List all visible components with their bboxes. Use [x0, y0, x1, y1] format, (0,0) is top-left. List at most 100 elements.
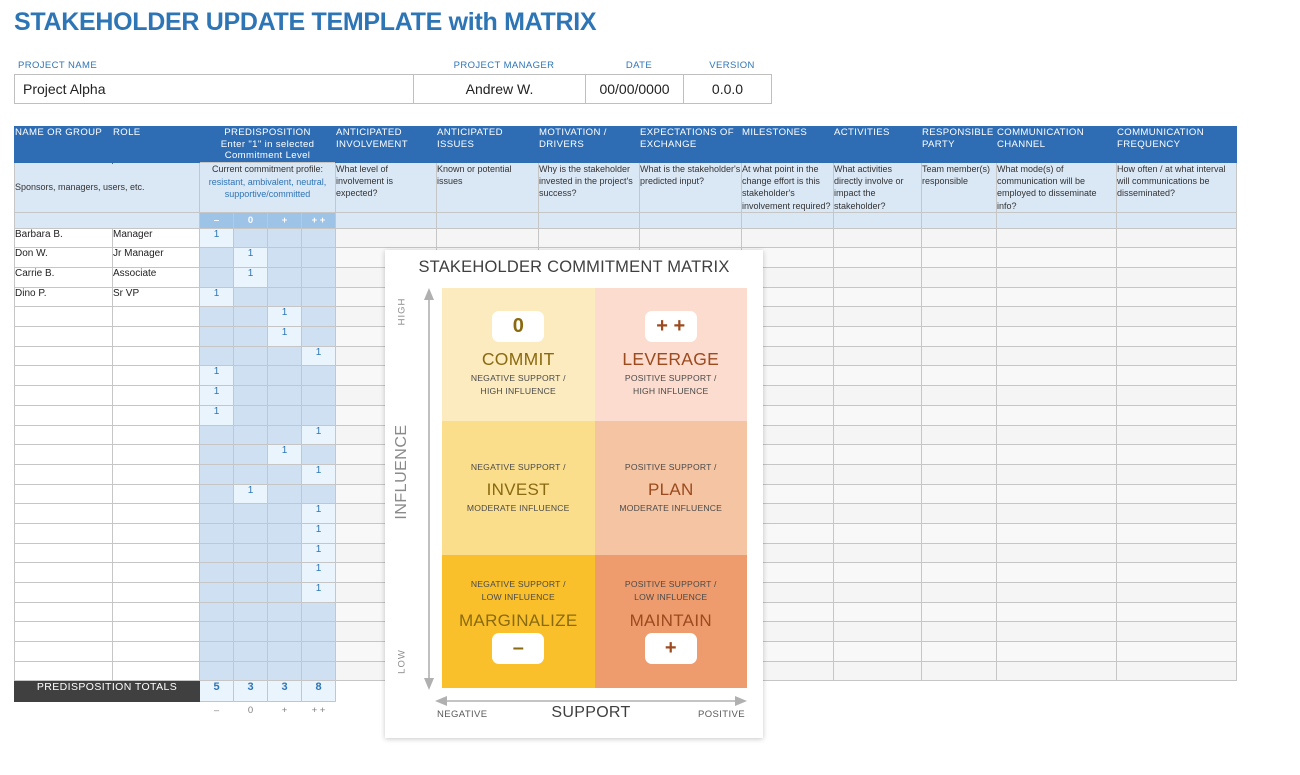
cell-empty[interactable]: [833, 621, 922, 643]
cell-role[interactable]: [112, 641, 200, 662]
cell-name-or-group[interactable]: [14, 365, 113, 387]
cell-name-or-group[interactable]: Carrie B.: [14, 267, 113, 288]
cell-predisposition-3[interactable]: [301, 306, 336, 328]
quadrant-maintain[interactable]: POSITIVE SUPPORT / LOW INFLUENCE MAINTAI…: [594, 554, 747, 688]
cell-predisposition-1[interactable]: [233, 463, 268, 485]
cell-empty[interactable]: [996, 306, 1117, 328]
cell-predisposition-0[interactable]: [199, 621, 234, 643]
cell-empty[interactable]: [996, 444, 1117, 465]
cell-empty[interactable]: [921, 601, 997, 623]
cell-empty[interactable]: [833, 463, 922, 485]
cell-predisposition-2[interactable]: [267, 621, 302, 643]
cell-empty[interactable]: [833, 601, 922, 623]
cell-predisposition-1[interactable]: 1: [233, 267, 268, 288]
cell-predisposition-0[interactable]: 1: [199, 286, 234, 308]
cell-empty[interactable]: [921, 503, 997, 524]
cell-empty[interactable]: [1116, 503, 1237, 524]
quadrant-leverage[interactable]: + + LEVERAGE POSITIVE SUPPORT / HIGH INF…: [594, 288, 747, 422]
cell-empty[interactable]: [1116, 365, 1237, 387]
cell-empty[interactable]: [1116, 267, 1237, 288]
cell-predisposition-3[interactable]: [301, 444, 336, 465]
cell-predisposition-2[interactable]: [267, 660, 302, 682]
cell-predisposition-2[interactable]: [267, 522, 302, 544]
cell-predisposition-1[interactable]: [233, 404, 268, 426]
cell-empty[interactable]: [1116, 562, 1237, 584]
cell-empty[interactable]: [921, 641, 997, 662]
cell-empty[interactable]: [996, 286, 1117, 308]
cell-predisposition-2[interactable]: [267, 404, 302, 426]
cell-predisposition-2[interactable]: [267, 582, 302, 603]
cell-empty[interactable]: [921, 306, 997, 328]
cell-empty[interactable]: [1116, 286, 1237, 308]
cell-role[interactable]: [112, 463, 200, 485]
cell-role[interactable]: [112, 404, 200, 426]
cell-predisposition-0[interactable]: [199, 444, 234, 465]
cell-empty[interactable]: [996, 247, 1117, 269]
cell-name-or-group[interactable]: [14, 641, 113, 662]
cell-predisposition-0[interactable]: [199, 306, 234, 328]
cell-role[interactable]: [112, 542, 200, 564]
cell-predisposition-3[interactable]: 1: [301, 503, 336, 524]
cell-name-or-group[interactable]: [14, 326, 113, 347]
cell-role[interactable]: [112, 345, 200, 367]
cell-empty[interactable]: [833, 444, 922, 465]
cell-role[interactable]: [112, 562, 200, 584]
cell-predisposition-1[interactable]: [233, 641, 268, 662]
cell-empty[interactable]: [996, 621, 1117, 643]
cell-predisposition-1[interactable]: [233, 503, 268, 524]
cell-name-or-group[interactable]: [14, 483, 113, 505]
cell-empty[interactable]: [996, 562, 1117, 584]
cell-empty[interactable]: [335, 227, 437, 249]
cell-empty[interactable]: [1116, 660, 1237, 682]
cell-empty[interactable]: [996, 345, 1117, 367]
cell-empty[interactable]: [996, 522, 1117, 544]
cell-predisposition-2[interactable]: [267, 365, 302, 387]
cell-role[interactable]: [112, 385, 200, 406]
cell-predisposition-2[interactable]: [267, 463, 302, 485]
cell-predisposition-2[interactable]: [267, 345, 302, 367]
cell-empty[interactable]: [1116, 621, 1237, 643]
cell-predisposition-0[interactable]: [199, 463, 234, 485]
cell-name-or-group[interactable]: [14, 306, 113, 328]
cell-empty[interactable]: [996, 267, 1117, 288]
cell-predisposition-2[interactable]: 1: [267, 326, 302, 347]
cell-name-or-group[interactable]: Dino P.: [14, 286, 113, 308]
version-field[interactable]: 0.0.0: [684, 74, 772, 104]
quadrant-marginalize[interactable]: NEGATIVE SUPPORT / LOW INFLUENCE MARGINA…: [442, 554, 595, 688]
cell-empty[interactable]: [833, 345, 922, 367]
cell-predisposition-3[interactable]: [301, 227, 336, 249]
cell-predisposition-1[interactable]: 1: [233, 483, 268, 505]
cell-empty[interactable]: [833, 286, 922, 308]
cell-predisposition-3[interactable]: 1: [301, 582, 336, 603]
cell-empty[interactable]: [921, 227, 997, 249]
project-name-field[interactable]: Project Alpha: [14, 74, 414, 104]
cell-predisposition-1[interactable]: [233, 582, 268, 603]
cell-predisposition-0[interactable]: [199, 503, 234, 524]
cell-predisposition-2[interactable]: [267, 601, 302, 623]
cell-empty[interactable]: [921, 267, 997, 288]
cell-predisposition-3[interactable]: [301, 247, 336, 269]
cell-empty[interactable]: [996, 404, 1117, 426]
cell-empty[interactable]: [833, 227, 922, 249]
cell-empty[interactable]: [921, 660, 997, 682]
cell-empty[interactable]: [996, 542, 1117, 564]
cell-role[interactable]: Sr VP: [112, 286, 200, 308]
cell-predisposition-1[interactable]: [233, 621, 268, 643]
cell-empty[interactable]: [996, 483, 1117, 505]
cell-empty[interactable]: [833, 267, 922, 288]
cell-empty[interactable]: [1116, 542, 1237, 564]
cell-name-or-group[interactable]: [14, 404, 113, 426]
cell-predisposition-3[interactable]: [301, 267, 336, 288]
cell-predisposition-1[interactable]: [233, 444, 268, 465]
cell-predisposition-3[interactable]: [301, 326, 336, 347]
cell-role[interactable]: [112, 582, 200, 603]
cell-predisposition-2[interactable]: [267, 227, 302, 249]
cell-predisposition-1[interactable]: [233, 522, 268, 544]
cell-predisposition-1[interactable]: [233, 227, 268, 249]
cell-empty[interactable]: [833, 641, 922, 662]
cell-empty[interactable]: [996, 463, 1117, 485]
cell-predisposition-2[interactable]: [267, 562, 302, 584]
cell-empty[interactable]: [996, 365, 1117, 387]
cell-empty[interactable]: [996, 641, 1117, 662]
cell-predisposition-0[interactable]: 1: [199, 227, 234, 249]
